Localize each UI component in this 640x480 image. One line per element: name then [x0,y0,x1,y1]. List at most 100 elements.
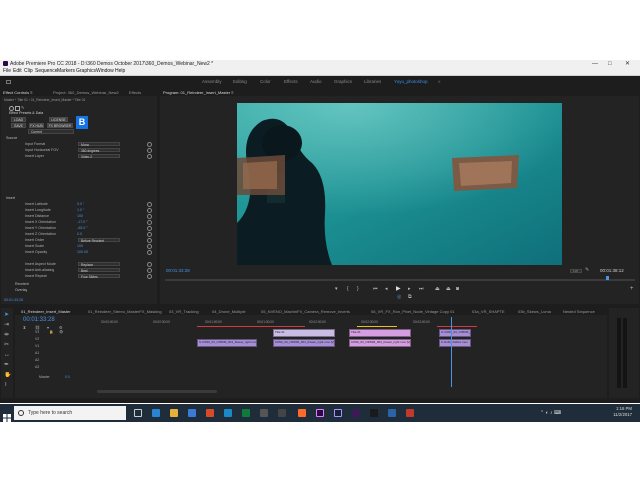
taskbar-search-box[interactable]: Type here to search [14,406,126,420]
time-ruler[interactable]: 00:00:00:00 00:00:30:00 00:01:00:00 00:0… [97,317,602,328]
video-clip[interactable]: C0N0_03_O350M_004_Rowei_right.mov [V] [349,339,411,347]
reset-icon[interactable] [147,154,152,159]
home-icon[interactable] [6,80,11,84]
fx-hub-button[interactable]: FX HUB [29,123,44,128]
program-scrub-bar[interactable] [165,279,635,281]
mail-icon[interactable] [224,409,232,417]
workspace-editing[interactable]: Editing [233,76,247,88]
tab-project[interactable]: Project: 360_Demos_Webinar_New2 [53,89,127,96]
hand-tool-icon[interactable]: ✋ [4,372,11,379]
reset-icon[interactable] [147,274,152,279]
program-timecode[interactable]: 00:01:33:28 [166,268,190,274]
fx-browser-button[interactable]: FX BROWSER [47,123,73,128]
app-icon[interactable] [278,409,286,417]
menu-edit[interactable]: Edit [13,68,22,75]
type-tool-icon[interactable]: T [4,382,8,389]
step-forward-icon[interactable]: ▸ [408,286,411,293]
video-clip[interactable]: C0N0_03_O350M_004_Rowei_right.mov [V] [273,339,335,347]
windows-start-icon[interactable] [3,409,11,422]
timeline-zoom-scrollbar[interactable] [97,390,217,393]
file-explorer-icon[interactable] [170,409,178,417]
insert-order-dropdown[interactable]: Before Reorient [78,238,120,243]
sequence-tab[interactable]: 03b_Skews_Luma [518,308,558,315]
comparison-view-icon[interactable]: ⧉ [408,294,412,300]
track-label-v3[interactable]: V3 [35,329,39,335]
minimize-button[interactable]: — [592,60,598,68]
preset-current-dropdown[interactable]: Current [28,129,74,134]
extract-icon[interactable]: ⏏ [446,286,451,293]
license-button[interactable]: LICENSE [49,117,68,122]
zoom-dropdown[interactable]: 1/2 [570,269,582,273]
input-format-dropdown[interactable]: Mono [78,142,120,147]
save-button[interactable]: SAVE [11,123,26,128]
sequence-tab[interactable]: 06_VR_FX_Ron_Pixel_Node_Vintage Copy 01 [371,308,467,315]
step-back-icon[interactable]: ◂ [385,286,388,293]
tab-effects[interactable]: Effects [129,89,141,96]
input-fov-dropdown[interactable]: 360 degrees [78,148,120,153]
store-icon[interactable] [188,409,196,417]
sequence-tab[interactable]: 03_VR_Tracking [169,308,209,315]
sequence-tab[interactable]: 05_NVENO_MachinFX_Camera_Remove_Inverts [261,308,367,315]
task-view-icon[interactable] [134,409,142,417]
aspect-mode-dropdown[interactable]: Replace [78,262,120,267]
taskbar-clock[interactable]: 1:16 PM 11/2/2017 [613,406,632,418]
workspace-libraries[interactable]: Libraries [364,76,381,88]
workspace-yuyu-photoshop[interactable]: Yuyu_photoshop [394,76,428,88]
office-icon[interactable] [206,409,214,417]
pen-mask-icon[interactable]: ✎ [21,105,24,110]
go-to-in-icon[interactable]: ⏮ [373,286,378,293]
load-button[interactable]: LOAD [11,117,26,122]
menu-graphics[interactable]: Graphics [76,68,96,75]
add-marker-icon[interactable]: ▾ [335,286,338,293]
app-icon[interactable] [388,409,396,417]
razor-tool-icon[interactable]: ✂ [4,342,9,349]
mark-out-icon[interactable]: } [357,286,359,293]
system-tray-icons[interactable]: ⌃ ◐ ♪ ⌨ [540,409,561,417]
workspace-graphics[interactable]: Graphics [334,76,352,88]
reset-icon[interactable] [147,250,152,255]
play-icon[interactable]: ▶ [396,286,401,293]
audition-icon[interactable] [370,409,378,417]
app-icon[interactable] [260,409,268,417]
workspace-effects[interactable]: Effects [284,76,298,88]
title-clip[interactable]: Title 01 [273,329,335,337]
workspace-audio[interactable]: Audio [310,76,322,88]
param-value[interactable]: 100.00 [77,249,88,255]
menu-clip[interactable]: Clip [24,68,33,75]
maximize-button[interactable]: □ [608,60,612,68]
acrobat-icon[interactable] [406,409,414,417]
add-button-icon[interactable]: + [630,286,634,293]
track-label-a3[interactable]: A3 [35,364,39,370]
wrench-icon[interactable]: ✎ [585,267,589,274]
export-frame-icon[interactable]: ◙ [456,286,459,293]
video-clip[interactable]: fx C0N0_03_O350M_004_Rowei_right.mov [197,339,257,347]
after-effects-icon[interactable] [334,409,342,417]
app-icon[interactable] [298,409,306,417]
lock-icon[interactable]: 🔒 [49,329,53,335]
menu-markers[interactable]: Markers [57,68,75,75]
playhead-marker[interactable] [606,276,609,280]
track-select-tool-icon[interactable]: ⇥ [4,322,9,329]
sequence-tab[interactable]: 03a_VR_SHAPTE [472,308,508,315]
menu-help[interactable]: Help [115,68,125,75]
sequence-tab[interactable]: 01_Reindeer_Insert_Master [21,308,83,315]
workspace-assembly[interactable]: Assembly [202,76,222,88]
ripple-edit-tool-icon[interactable]: ⇹ [4,332,9,339]
tab-effect-controls[interactable]: Effect Controls ≡ [3,89,33,96]
sequence-tab[interactable]: Nested Sequence [563,308,603,315]
program-video-frame[interactable] [237,103,562,265]
go-to-out-icon[interactable]: ⏭ [419,286,424,293]
fx-timecode[interactable]: 00:01:33:28 [4,297,23,303]
insert-layer-dropdown[interactable]: Video 2 [78,154,120,159]
slip-tool-icon[interactable]: ↔ [4,352,10,359]
timeline-timecode[interactable]: 00:01:33:28 [23,316,55,324]
vr-video-icon[interactable]: ◎ [397,294,401,300]
pen-tool-icon[interactable]: ✒ [4,362,9,369]
sequence-tab[interactable]: 04_Drone_Multiple [212,308,258,315]
insert-repeat-dropdown[interactable]: Four Slides [78,274,120,279]
menu-window[interactable]: Window [96,68,114,75]
workspaces-more-icon[interactable]: » [438,76,441,88]
close-button[interactable]: ✕ [625,60,630,68]
premiere-pro-icon[interactable] [316,409,324,417]
media-encoder-icon[interactable] [352,409,360,417]
